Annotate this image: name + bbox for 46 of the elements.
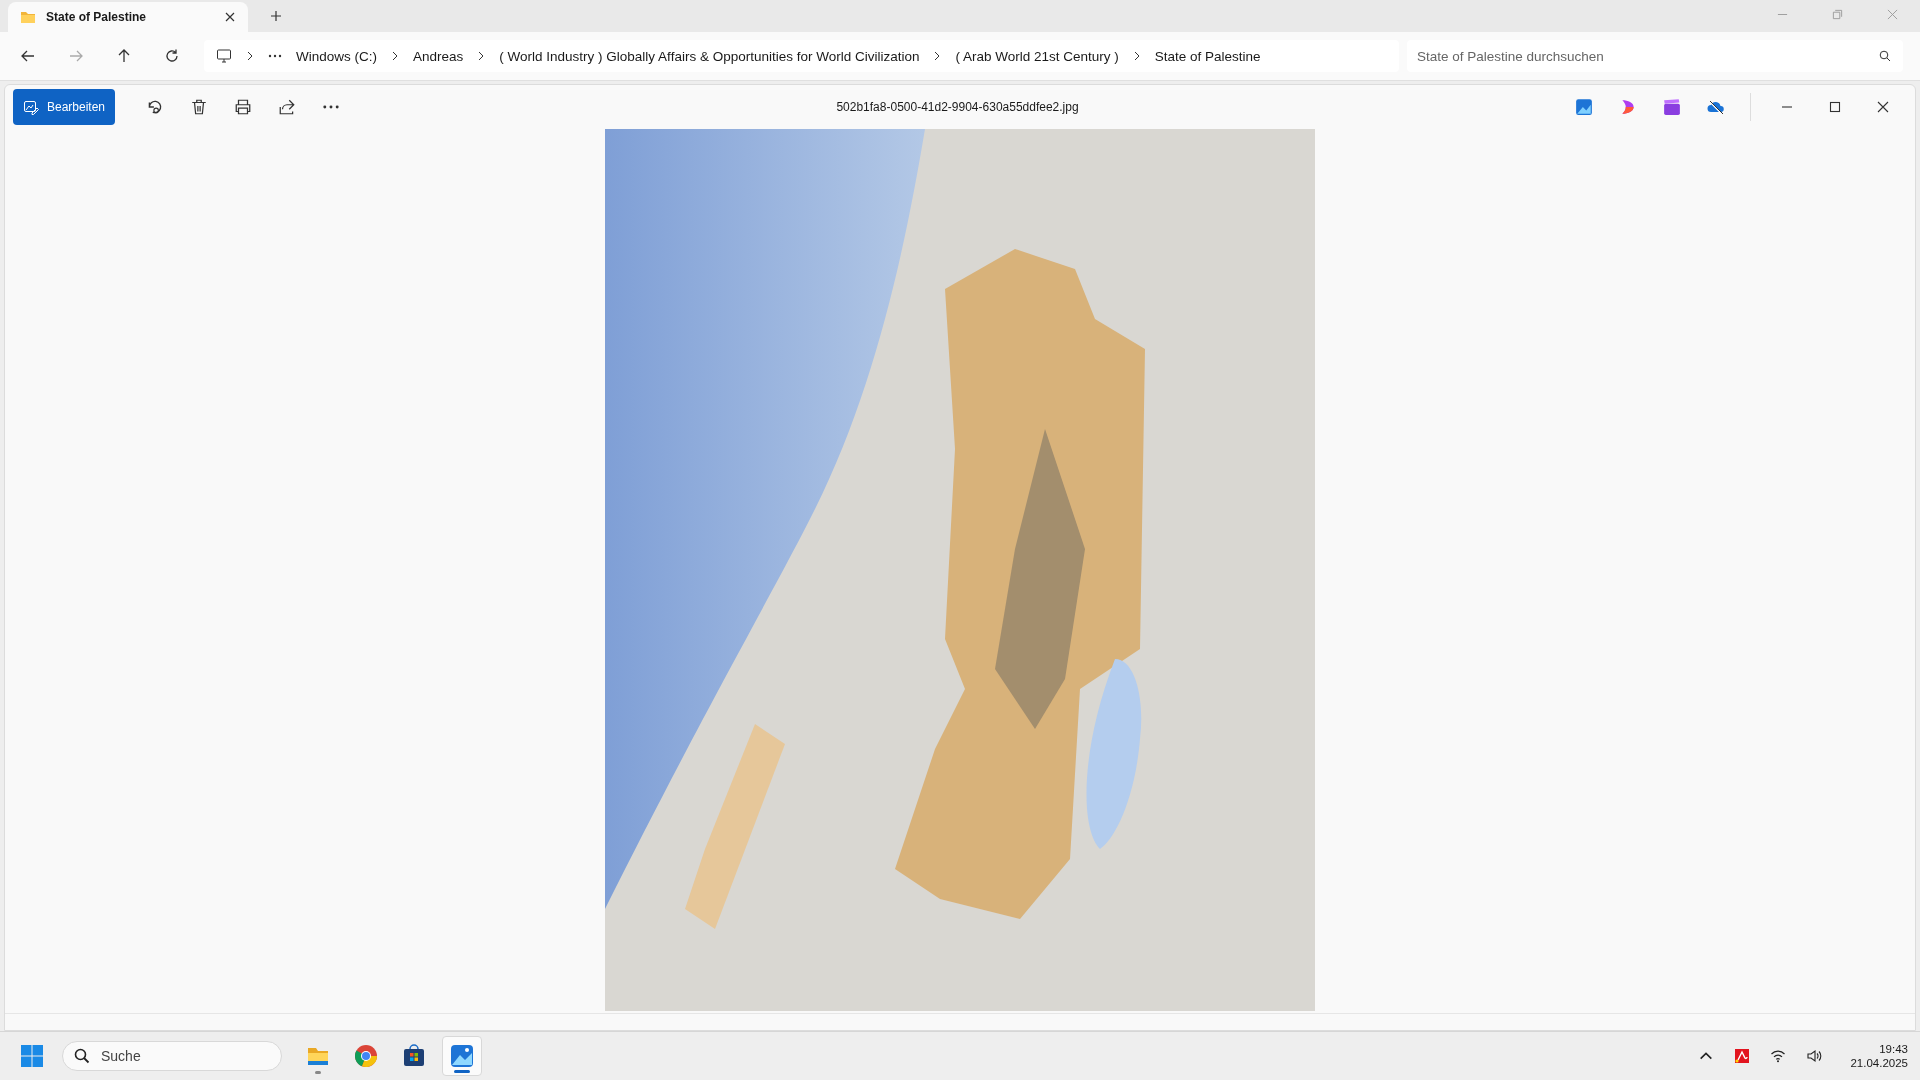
browser-icon xyxy=(354,1044,378,1068)
store-bag-icon xyxy=(402,1044,426,1068)
folder-tab[interactable]: State of Palestine xyxy=(8,2,248,32)
taskbar-app-button[interactable] xyxy=(442,1036,482,1076)
edit-image-icon xyxy=(23,99,39,115)
chevron-icon xyxy=(1132,51,1141,61)
back-arrow-icon[interactable] xyxy=(20,48,36,64)
search-icon xyxy=(1879,50,1891,62)
cloud-off-icon[interactable] xyxy=(1707,98,1725,116)
edit-button[interactable]: Bearbeiten xyxy=(13,89,116,125)
chevron-icon xyxy=(246,51,254,61)
antivirus-icon[interactable] xyxy=(1734,1048,1751,1064)
speaker-icon[interactable] xyxy=(1806,1048,1823,1064)
monitor-icon xyxy=(216,48,232,64)
close-icon[interactable] xyxy=(1877,101,1889,113)
chevron-icon xyxy=(477,51,486,61)
tab-title: State of Palestine xyxy=(46,10,148,24)
delete-icon[interactable] xyxy=(190,98,209,116)
breadcrumb-item[interactable]: Andreas xyxy=(413,48,464,64)
breadcrumb-item[interactable]: State of Palestine xyxy=(1154,48,1261,64)
print-icon[interactable] xyxy=(234,98,253,116)
address-bar[interactable]: Windows (C:) Andreas ( World Industry ) Globally Affairs & Opportunities for World Civilization ( Arab World 21st Century ) State of Palestine xyxy=(204,40,1399,72)
maximize-icon[interactable] xyxy=(1829,101,1841,113)
breadcrumb-item[interactable]: ( World Industry ) Globally Affairs & Opportunities for World Civilization xyxy=(499,48,920,64)
search-field[interactable]: State of Palestine durchsuchen xyxy=(1407,40,1903,72)
plus-icon[interactable] xyxy=(270,10,282,22)
breadcrumb-item[interactable]: ( Arab World 21st Century ) xyxy=(955,48,1119,64)
folder-icon xyxy=(20,9,36,25)
chevron-icon xyxy=(391,51,399,61)
breadcrumb-item[interactable]: Windows (C:) xyxy=(296,48,377,64)
chevron-icon xyxy=(933,51,942,61)
search-icon xyxy=(74,1048,90,1064)
taskbar-search-field[interactable]: Suche xyxy=(62,1041,282,1071)
up-arrow-icon[interactable] xyxy=(116,48,132,64)
clapperboard-icon[interactable] xyxy=(1663,98,1681,116)
file-name: 502b1fa8-0500-41d2-9904-630a55ddfee2.jpg xyxy=(836,100,1079,114)
more-icon[interactable] xyxy=(268,54,282,58)
share-icon[interactable] xyxy=(278,98,297,116)
refresh-icon[interactable] xyxy=(164,48,180,64)
start-icon[interactable] xyxy=(20,1044,44,1068)
close-icon[interactable] xyxy=(224,11,236,23)
clock-date[interactable]: 21.04.2025 xyxy=(1850,1057,1908,1069)
photos-app-icon xyxy=(450,1044,474,1068)
image-app-icon[interactable] xyxy=(1575,98,1593,116)
wifi-icon[interactable] xyxy=(1770,1048,1787,1064)
clock-time[interactable]: 19:43 xyxy=(1879,1043,1908,1055)
